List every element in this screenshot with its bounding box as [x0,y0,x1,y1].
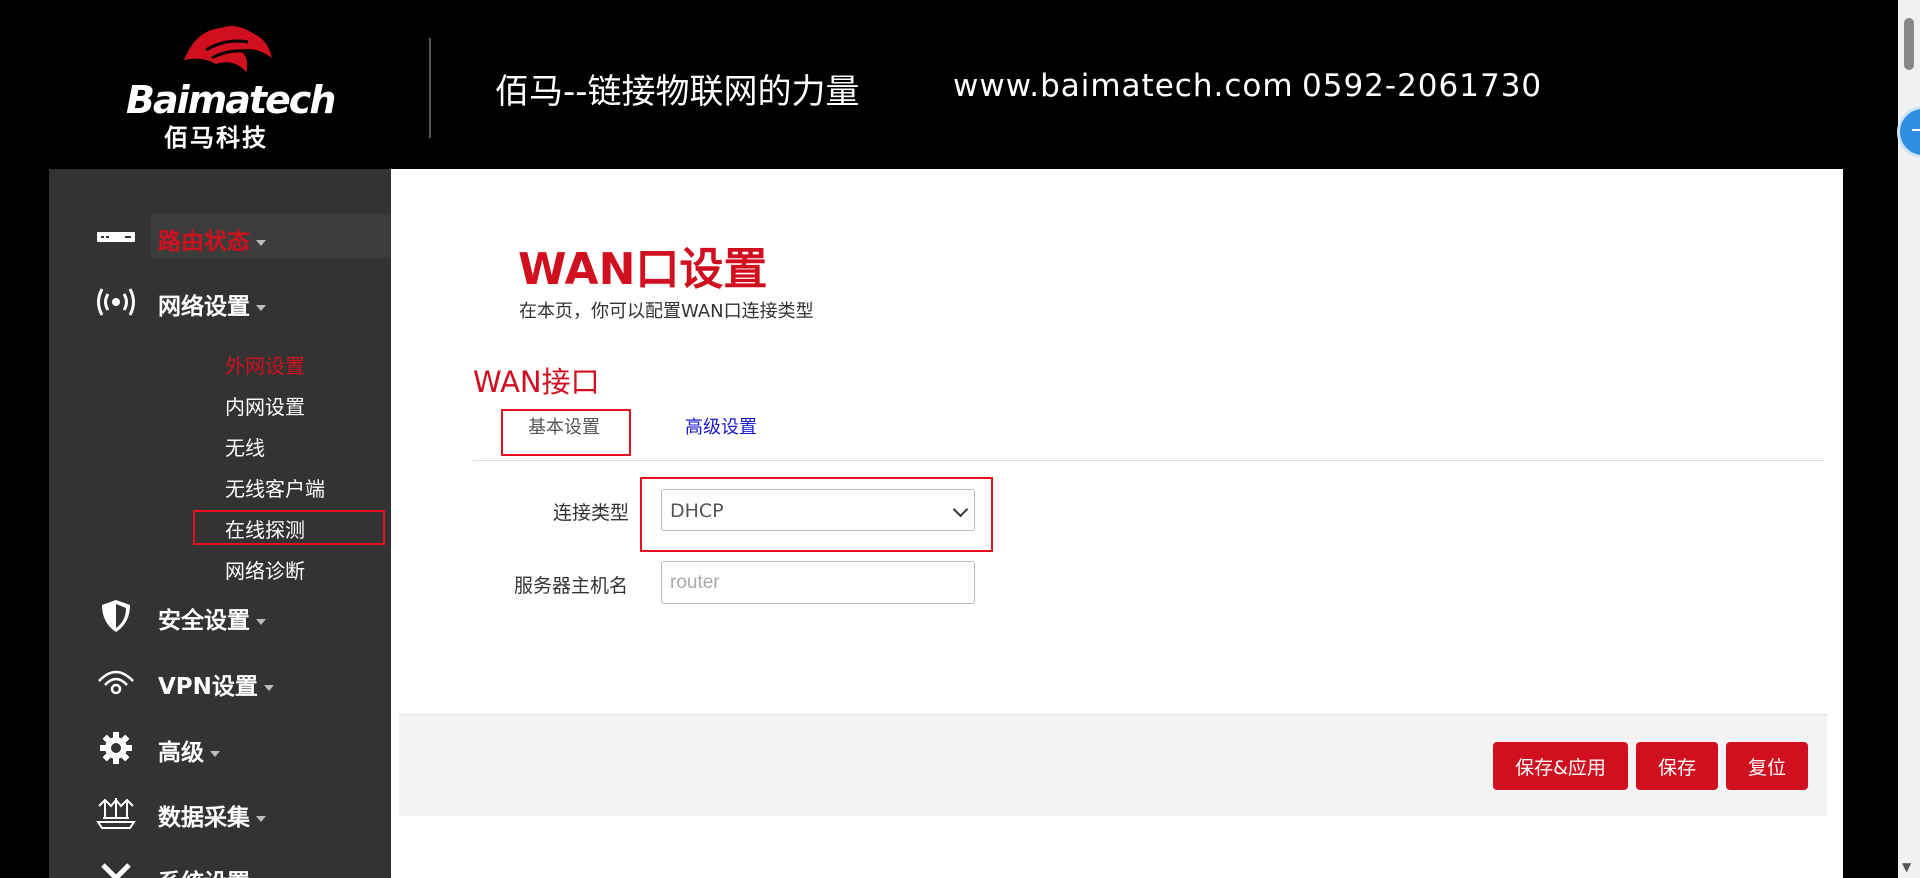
connection-type-label: 连接类型 [553,502,630,524]
sidebar: 路由状态 网络设置 外网设置 内网设置 无线 无线客户端 在线探测 网络诊断 安… [49,169,391,878]
logo-text: Baimatech [126,78,336,122]
reset-button[interactable]: 复位 [1726,742,1808,790]
sidebar-item-advanced[interactable]: 高级 [49,725,391,771]
scroll-down-arrow-icon[interactable]: ▼ [1902,860,1911,874]
tab-divider [473,460,1825,461]
sidebar-item-data-collection[interactable]: 数据采集 [49,790,391,836]
caret-down-icon [263,684,274,691]
logo-subtext: 佰马科技 [164,124,268,152]
broadcast-icon [97,288,135,316]
gear-icon [100,732,132,764]
submenu-item-wireless-client[interactable]: 无线客户端 [225,473,325,502]
connection-type-value: DHCP [670,500,724,522]
minus-icon [1912,129,1920,131]
header-website: www.baimatech.com [953,68,1294,104]
scrollbar-thumb[interactable] [1904,18,1914,70]
submenu-item-lan[interactable]: 内网设置 [225,391,305,420]
submenu-item-online-detect[interactable]: 在线探测 [225,514,305,543]
caret-down-icon [210,750,220,757]
sidebar-item-label: 数据采集 [158,798,266,832]
section-title: WAN接口 [473,365,600,399]
header-slogan: 佰马--链接物联网的力量 [495,72,860,112]
header: Baimatech 佰马科技 佰马--链接物联网的力量 www.baimatec… [0,0,1898,169]
action-bar: 保存&应用 保存 复位 [399,714,1827,816]
shield-icon [102,600,130,632]
baimatech-logo[interactable]: Baimatech 佰马科技 [118,18,336,152]
sidebar-item-system-settings[interactable]: 系统设置 [49,855,391,878]
vpn-icon [98,670,134,695]
sidebar-item-security[interactable]: 安全设置 [49,593,391,639]
hostname-input[interactable] [661,561,975,604]
horse-logo-icon [184,26,272,72]
header-phone: 0592-2061730 [1302,68,1543,104]
page-description: 在本页，你可以配置WAN口连接类型 [519,301,814,322]
caret-down-icon [256,815,266,822]
sidebar-item-network-settings[interactable]: 网络设置 [49,279,391,325]
caret-down-icon [256,239,266,246]
sidebar-item-label: 高级 [158,733,220,767]
main-content: WAN口设置 在本页，你可以配置WAN口连接类型 WAN接口 基本设置 高级设置… [391,169,1843,878]
sidebar-item-label: 安全设置 [158,601,266,635]
tab-advanced-settings[interactable]: 高级设置 [685,413,757,439]
sidebar-item-router-status[interactable]: 路由状态 [49,214,391,260]
save-button[interactable]: 保存 [1636,742,1718,790]
connection-type-select[interactable]: DHCP [661,489,975,531]
sidebar-item-label: 系统设置 [158,863,266,878]
sidebar-item-label: 路由状态 [158,222,266,256]
tab-basic-settings[interactable]: 基本设置 [528,413,600,439]
hostname-label: 服务器主机名 [514,575,629,597]
submenu-item-wireless[interactable]: 无线 [225,432,265,461]
sidebar-item-label: 网络设置 [158,287,266,321]
tools-icon [101,863,131,878]
caret-down-icon [256,618,266,625]
router-icon [97,232,135,242]
caret-down-icon [256,304,266,311]
data-collect-icon [96,798,136,829]
submenu-item-net-diagnose[interactable]: 网络诊断 [225,555,305,584]
chevron-down-icon [952,501,969,518]
page-title: WAN口设置 [518,244,768,295]
header-divider [429,38,431,138]
submenu-item-wan[interactable]: 外网设置 [225,350,305,379]
sidebar-item-label: VPN设置 [158,667,274,701]
sidebar-item-vpn[interactable]: VPN设置 [49,659,391,705]
save-apply-button[interactable]: 保存&应用 [1493,742,1628,790]
